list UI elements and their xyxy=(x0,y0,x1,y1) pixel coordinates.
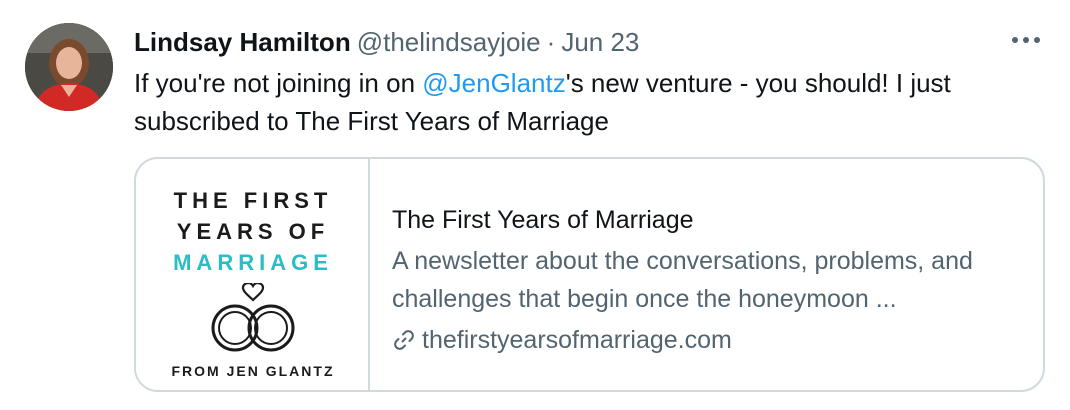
card-body: The First Years of Marriage A newsletter… xyxy=(370,159,1043,390)
tweet-text: If you're not joining in on @JenGlantz's… xyxy=(134,64,1044,140)
thumbnail-logo-line-3: MARRIAGE xyxy=(173,250,333,275)
card-title: The First Years of Marriage xyxy=(392,206,694,234)
tweet[interactable]: Lindsay Hamilton @thelindsayjoie · Jun 23 I… xyxy=(0,0,1070,410)
more-horizontal-icon xyxy=(1012,37,1040,43)
card-url-row: thefirstyearsofmarriage.com xyxy=(392,324,1043,356)
thumbnail-byline: FROM JEN GLANTZ xyxy=(171,363,335,379)
tweet-header: Lindsay Hamilton @thelindsayjoie · Jun 23 xyxy=(134,26,639,58)
mention-link[interactable]: @JenGlantz xyxy=(422,68,565,98)
link-icon xyxy=(392,328,416,352)
card-url: thefirstyearsofmarriage.com xyxy=(422,326,732,354)
link-preview-card[interactable]: THE FIRST YEARS OF MARRIAGE FROM JEN GLA… xyxy=(134,157,1045,392)
tweet-date[interactable]: Jun 23 xyxy=(561,27,639,57)
rings-heart-icon xyxy=(211,283,295,352)
card-thumbnail: THE FIRST YEARS OF MARRIAGE FROM JEN GLA… xyxy=(136,159,370,390)
card-description: A newsletter about the conversations, pr… xyxy=(392,247,973,313)
thumbnail-logo-line-1: THE FIRST xyxy=(173,188,333,213)
author-display-name[interactable]: Lindsay Hamilton xyxy=(134,27,351,57)
header-separator: · xyxy=(546,27,556,57)
tweet-text-before: If you're not joining in on xyxy=(134,68,423,98)
thumbnail-logo-line-2: YEARS OF xyxy=(176,219,330,244)
more-options-button[interactable] xyxy=(1008,22,1044,58)
avatar[interactable] xyxy=(25,23,113,111)
author-handle[interactable]: @thelindsayjoie xyxy=(357,27,541,57)
